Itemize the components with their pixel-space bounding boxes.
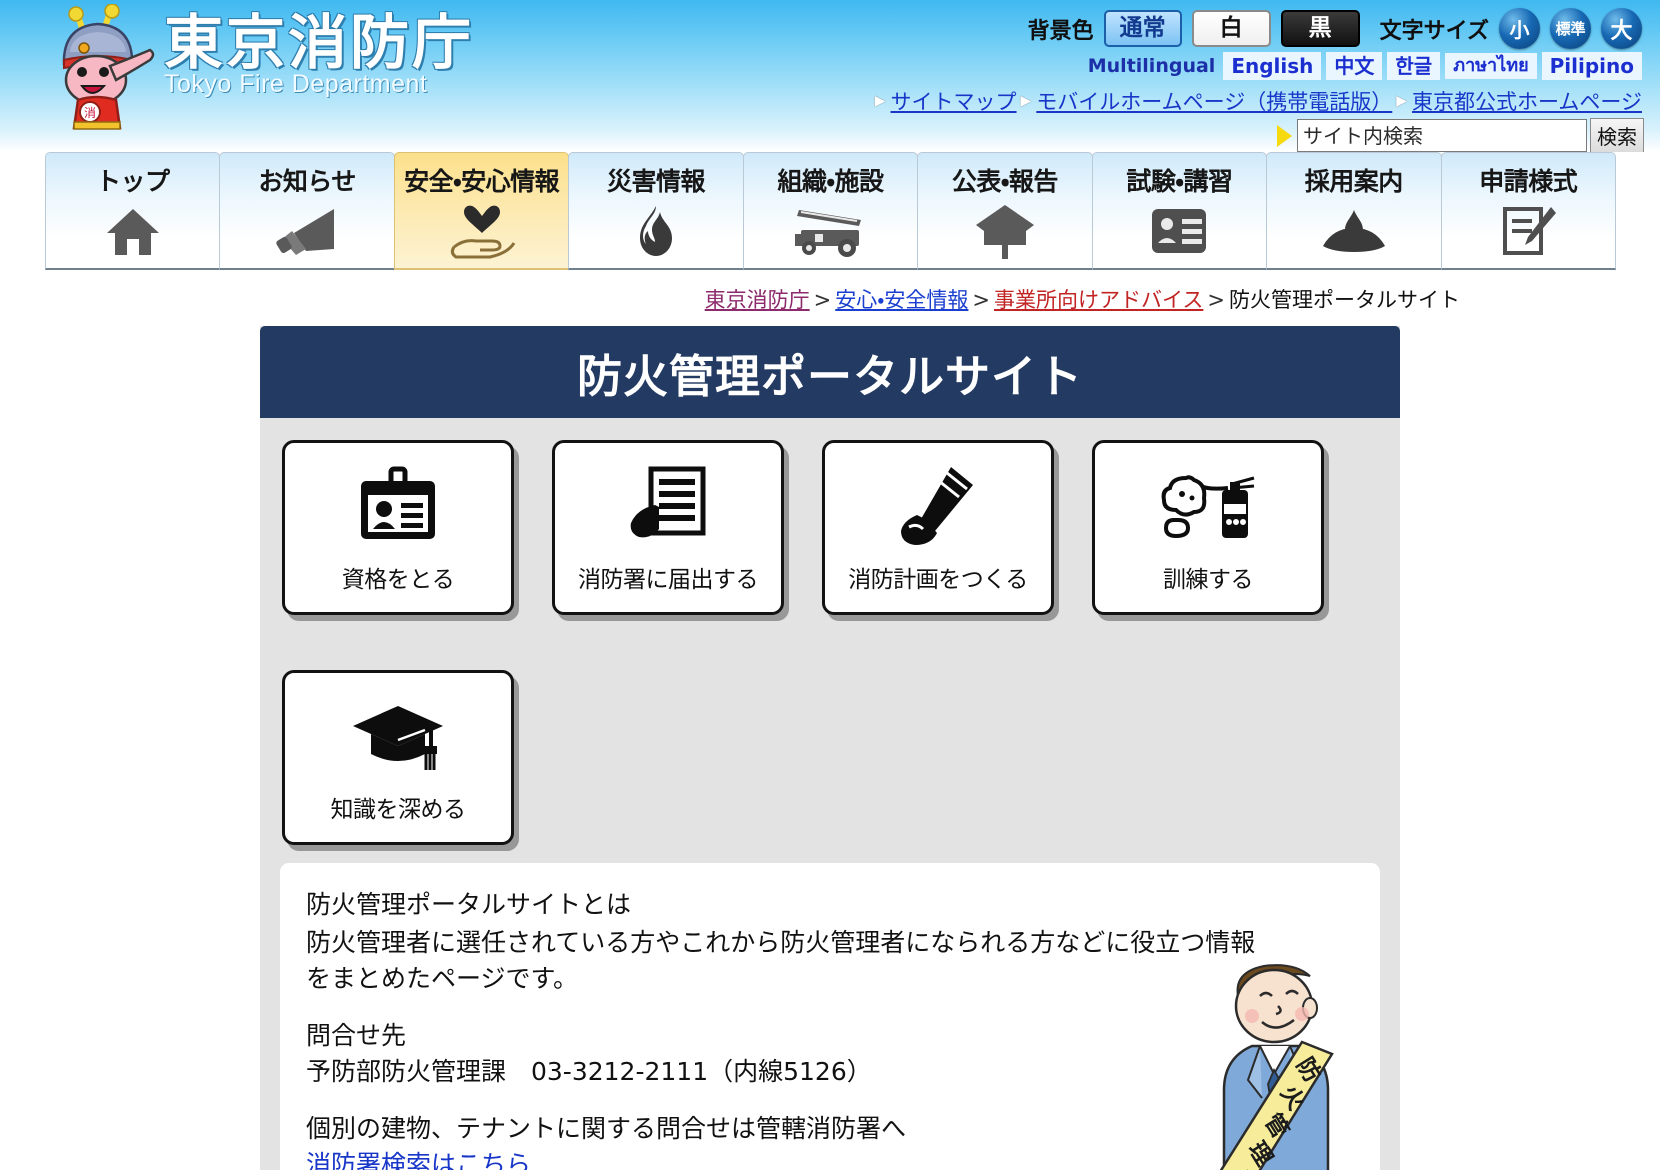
quicklinks-bar: ▶ サイトマップ ▶ モバイルホームページ（携帯電話版） ▶ 東京都公式ホームペ… — [875, 86, 1642, 116]
card-label: 訓練する — [1163, 566, 1254, 593]
yellow-triangle-icon — [1277, 124, 1292, 147]
main-navigation: トップ お知らせ 安全・安心情報 災害情報 組織・施設 公表・報告 試験・講習 … — [0, 152, 1660, 270]
page-title: 防火管理ポータルサイト — [260, 326, 1400, 418]
triangle-bullet-icon: ▶ — [1396, 93, 1408, 109]
nav-label: トップ — [95, 167, 170, 196]
bgcolor-label: 背景色 — [1027, 18, 1094, 44]
breadcrumb-separator: > — [1207, 288, 1225, 312]
nav-label: 組織・施設 — [777, 167, 884, 196]
nav-item-safety-info[interactable]: 安全・安心情報 — [393, 152, 570, 270]
fire-helmet-icon — [1321, 202, 1387, 260]
nav-item-reports[interactable]: 公表・報告 — [917, 152, 1093, 270]
hand-document-icon — [625, 462, 711, 554]
lang-korean-link[interactable]: 한글 — [1387, 52, 1441, 80]
bgcolor-black-button[interactable]: 黒 — [1280, 10, 1360, 47]
nav-item-forms[interactable]: 申請様式 — [1440, 152, 1616, 270]
nav-item-disaster-info[interactable]: 災害情報 — [568, 152, 744, 270]
main-panel: 防火管理ポータルサイト 資格をとる 消防署に届出する 消防計画をつくる 訓練する… — [260, 326, 1400, 1170]
info-box: 防火管理ポータルサイトとは 防火管理者に選任されている方やこれから防火管理者にな… — [280, 863, 1380, 1170]
breadcrumb-separator: > — [972, 288, 991, 312]
logo-title-jp: 東京消防庁 — [164, 8, 475, 77]
nav-label: 安全・安心情報 — [404, 167, 560, 196]
info-description: 防火管理者に選任されている方やこれから防火管理者になられる方などに役立つ情報をま… — [306, 928, 1256, 993]
breadcrumb-item-current: 防火管理ポータルサイト — [1229, 288, 1460, 312]
card-label: 消防計画をつくる — [848, 566, 1028, 593]
card-deepen-knowledge[interactable]: 知識を深める — [282, 670, 514, 845]
breadcrumb-item-home[interactable]: 東京消防庁 — [705, 288, 810, 312]
info-contact-heading: 問合せ先 — [306, 1021, 407, 1050]
breadcrumb-item-business-advice[interactable]: 事業所向けアドバイス — [994, 288, 1203, 312]
search-input[interactable] — [1297, 119, 1587, 152]
nav-label: 試験・講習 — [1126, 167, 1233, 196]
kyuta-mascot-icon: 消 — [62, 4, 155, 130]
card-submit-to-fire-station[interactable]: 消防署に届出する — [552, 440, 784, 615]
bgcolor-white-button[interactable]: 白 — [1191, 10, 1271, 47]
svg-text:消: 消 — [84, 106, 96, 120]
card-label: 知識を深める — [330, 796, 467, 823]
search-button[interactable]: 検索 — [1590, 118, 1644, 152]
id-badge-icon — [355, 462, 441, 554]
breadcrumb: 東京消防庁 > 安心・安全情報 > 事業所向けアドバイス > 防火管理ポータルサイト — [0, 270, 1660, 326]
site-logo[interactable]: 消 東京消防庁 Tokyo Fire Department — [38, 4, 474, 130]
triangle-bullet-icon: ▶ — [1020, 93, 1032, 109]
multilingual-bar: Multilingual English 中文 한글 ภาษาไทย Pilip… — [1088, 52, 1642, 80]
graduation-cap-icon — [351, 692, 445, 784]
display-settings-bar: 背景色 通常 白 黒 文字サイズ 小 標準 大 — [1028, 8, 1642, 49]
hand-writing-icon — [895, 462, 981, 554]
flame-icon — [634, 202, 678, 260]
nav-item-organization[interactable]: 組織・施設 — [742, 152, 919, 270]
nav-label: 災害情報 — [607, 167, 706, 196]
card-label: 資格をとる — [341, 566, 455, 593]
fire-truck-icon — [791, 202, 869, 260]
textsize-standard-button[interactable]: 標準 — [1550, 8, 1591, 49]
triangle-bullet-icon: ▶ — [874, 93, 886, 109]
multilingual-label: Multilingual — [1087, 55, 1216, 77]
house-sign-icon — [974, 202, 1036, 260]
nav-item-top[interactable]: トップ — [45, 152, 221, 270]
id-card-icon — [1150, 202, 1208, 260]
lang-english-link[interactable]: English — [1223, 52, 1322, 80]
nav-label: お知らせ — [258, 167, 356, 196]
lang-filipino-link[interactable]: Pilipino — [1541, 52, 1642, 80]
info-note: 個別の建物、テナントに関する問合せは管轄消防署へ — [306, 1114, 907, 1143]
card-training[interactable]: 訓練する — [1092, 440, 1324, 615]
card-grid: 資格をとる 消防署に届出する 消防計画をつくる 訓練する 知識を深める — [260, 418, 1400, 863]
card-create-fire-plan[interactable]: 消防計画をつくる — [822, 440, 1054, 615]
lang-chinese-link[interactable]: 中文 — [1326, 52, 1383, 80]
lang-thai-link[interactable]: ภาษาไทย — [1445, 53, 1537, 79]
textsize-label: 文字サイズ — [1379, 18, 1489, 44]
breadcrumb-separator: > — [813, 288, 832, 312]
textsize-small-button[interactable]: 小 — [1499, 8, 1540, 49]
site-search: 検索 — [1277, 118, 1644, 152]
info-contact-line: 予防部防火管理課 03-3212-2111（内線5126） — [306, 1056, 872, 1086]
breadcrumb-item-safety[interactable]: 安心・安全情報 — [835, 288, 968, 312]
site-header: 消 東京消防庁 Tokyo Fire Department 背景色 通常 白 黒… — [0, 0, 1660, 152]
card-label: 消防署に届出する — [578, 566, 759, 593]
home-icon — [105, 202, 161, 260]
nav-item-news[interactable]: お知らせ — [219, 152, 395, 270]
nav-label: 申請様式 — [1479, 167, 1578, 196]
nav-item-exams[interactable]: 試験・講習 — [1091, 152, 1268, 270]
nav-label: 公表・報告 — [951, 167, 1059, 196]
nav-label: 採用案内 — [1304, 167, 1404, 196]
megaphone-icon — [276, 202, 338, 260]
textsize-large-button[interactable]: 大 — [1601, 8, 1642, 49]
nav-item-recruitment[interactable]: 採用案内 — [1266, 152, 1442, 270]
fire-manager-person-illustration: 防 火 管 理 者 — [1219, 964, 1334, 1170]
fire-extinguisher-icon — [1160, 462, 1256, 554]
heart-in-hand-icon — [446, 202, 518, 260]
card-get-qualification[interactable]: 資格をとる — [282, 440, 514, 615]
mobile-homepage-link[interactable]: モバイルホームページ（携帯電話版） — [1036, 86, 1392, 116]
bgcolor-normal-button[interactable]: 通常 — [1103, 10, 1182, 47]
info-heading: 防火管理ポータルサイトとは — [306, 890, 632, 919]
fire-station-search-link[interactable]: 消防署検索はこちら — [306, 1150, 531, 1170]
sitemap-link[interactable]: サイトマップ — [891, 86, 1017, 116]
form-pencil-icon — [1499, 202, 1557, 260]
tokyo-official-homepage-link[interactable]: 東京都公式ホームページ — [1412, 86, 1642, 116]
